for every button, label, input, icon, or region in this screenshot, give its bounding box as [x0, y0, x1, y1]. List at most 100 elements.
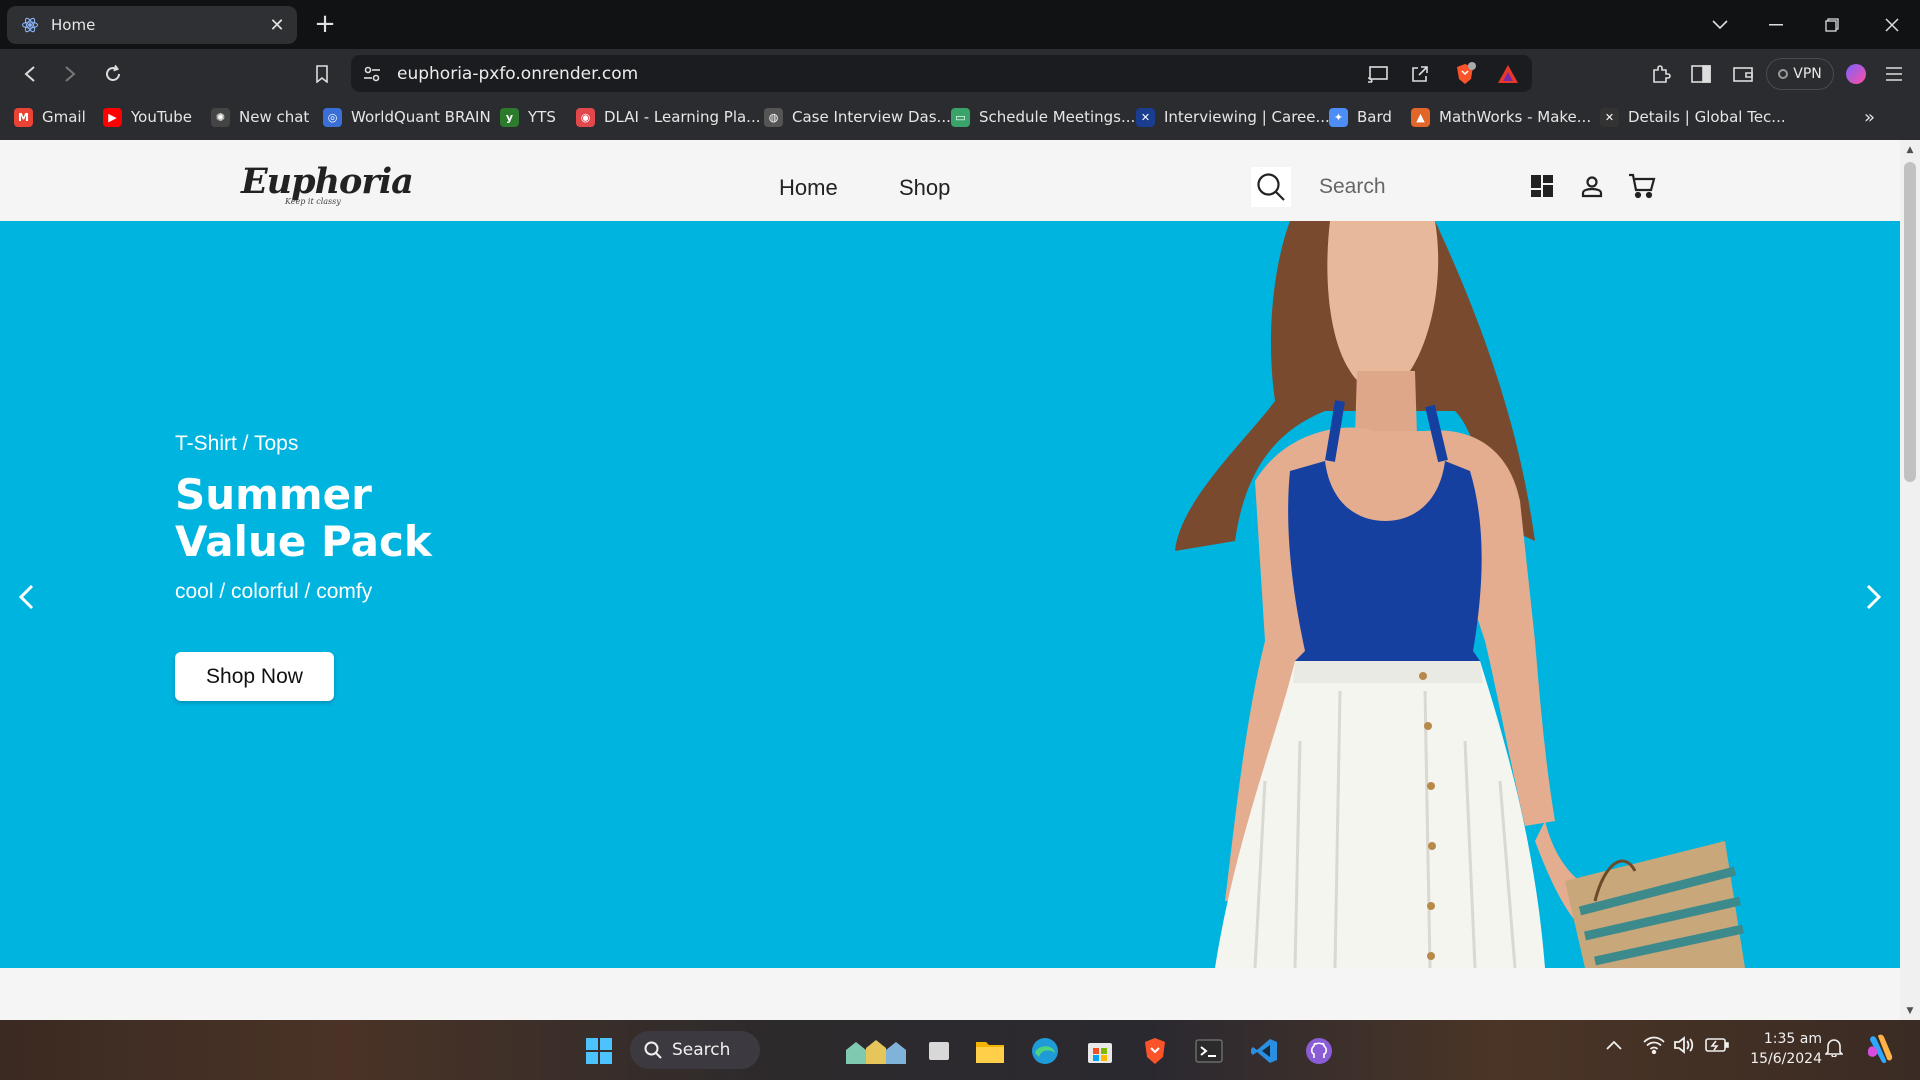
tray-overflow-chevron-icon[interactable]	[1606, 1038, 1622, 1054]
site-settings-icon[interactable]	[361, 66, 383, 82]
battery-icon[interactable]	[1705, 1037, 1729, 1057]
minimize-icon[interactable]	[1748, 0, 1804, 49]
close-window-icon[interactable]	[1864, 0, 1920, 49]
profile-avatar-icon[interactable]	[1840, 58, 1872, 90]
bookmark-item[interactable]: ▲ MathWorks - Make...	[1411, 98, 1591, 136]
hero-model-image	[1175, 221, 1745, 968]
browser-toolbar: euphoria-pxfo.onrender.com VPN	[0, 49, 1920, 98]
bookmark-label: Interviewing | Caree...	[1164, 108, 1330, 126]
tab-title: Home	[51, 16, 96, 34]
bookmark-item[interactable]: ◉ DLAI - Learning Pla...	[576, 98, 760, 136]
tab-close-icon[interactable]: ✕	[267, 15, 287, 36]
bookmark-favicon-icon: ✕	[1600, 107, 1619, 127]
notification-bell-icon[interactable]	[1824, 1037, 1844, 1061]
scrollbar-thumb[interactable]	[1904, 162, 1916, 482]
search-input[interactable]	[1292, 167, 1492, 207]
hero-subtitle: cool / colorful / comfy	[175, 580, 373, 603]
carousel-prev-icon[interactable]	[8, 579, 44, 615]
nav-home-link[interactable]: Home	[779, 175, 838, 201]
hero-title: Summer Value Pack	[175, 471, 432, 565]
dashboard-grid-icon[interactable]	[1525, 169, 1559, 203]
hero-banner: T-Shirt / Tops Summer Value Pack cool / …	[0, 221, 1900, 968]
bookmark-item[interactable]: ◎ WorldQuant BRAIN	[323, 98, 491, 136]
wallet-icon[interactable]	[1727, 58, 1759, 90]
task-view-icon[interactable]	[920, 1032, 958, 1070]
page-viewport: Euphoria Keep it classy Home Shop Search…	[0, 140, 1900, 1020]
new-tab-button[interactable]: +	[310, 9, 340, 39]
scroll-up-icon[interactable]: ▲	[1905, 145, 1915, 155]
taskbar-clock[interactable]: 1:35 am 15/6/2024	[1740, 1029, 1822, 1069]
reload-icon[interactable]	[97, 58, 129, 90]
euphoria-logo[interactable]: Euphoria Keep it classy	[241, 164, 414, 210]
bookmark-item[interactable]: ◍ Case Interview Das...	[764, 98, 951, 136]
windows-taskbar: Search 1:35 am 15/6/2024	[0, 1020, 1920, 1080]
vpn-status-dot-icon	[1778, 69, 1789, 79]
terminal-icon[interactable]	[1190, 1032, 1228, 1070]
page-scrollbar[interactable]: ▲ ▼	[1900, 140, 1920, 1020]
bookmark-label: DLAI - Learning Pla...	[604, 108, 761, 126]
bookmark-icon[interactable]	[306, 58, 338, 90]
copilot-icon[interactable]	[1862, 1030, 1900, 1068]
taskbar-search-label: Search	[672, 1040, 731, 1060]
bookmarks-overflow-icon[interactable]: »	[1864, 98, 1875, 136]
edge-browser-icon[interactable]	[1026, 1032, 1064, 1070]
wifi-icon[interactable]	[1643, 1036, 1665, 1058]
share-icon[interactable]	[1404, 58, 1436, 90]
browser-tab-strip: Home ✕ +	[0, 0, 1920, 49]
bookmark-label: WorldQuant BRAIN	[351, 108, 491, 126]
bookmark-favicon-icon: M	[14, 107, 33, 127]
bookmark-item[interactable]: ✦ Bard	[1329, 98, 1392, 136]
bookmark-item[interactable]: M Gmail	[14, 98, 86, 136]
tab-search-chevron-icon[interactable]	[1692, 0, 1748, 49]
back-icon[interactable]	[14, 58, 46, 90]
address-bar[interactable]: euphoria-pxfo.onrender.com	[351, 55, 1532, 92]
bookmark-label: YTS	[528, 108, 556, 126]
scroll-down-icon[interactable]: ▼	[1905, 1006, 1915, 1016]
bookmark-label: MathWorks - Make...	[1439, 108, 1592, 126]
forward-icon[interactable]	[54, 58, 86, 90]
taskbar-search-icon	[644, 1041, 662, 1059]
github-desktop-icon[interactable]	[1300, 1032, 1338, 1070]
carousel-next-icon[interactable]	[1856, 579, 1892, 615]
bookmark-favicon-icon: ▭	[951, 107, 970, 127]
brave-shields-icon[interactable]	[1449, 58, 1481, 90]
windows-start-icon[interactable]	[580, 1032, 618, 1070]
brave-rewards-icon[interactable]	[1492, 58, 1524, 90]
bookmark-item[interactable]: ✺ New chat	[211, 98, 309, 136]
bookmark-favicon-icon: ✺	[211, 107, 230, 127]
sidebar-icon[interactable]	[1685, 58, 1717, 90]
bookmark-favicon-icon: ◍	[764, 107, 783, 127]
browser-tab-home[interactable]: Home ✕	[7, 6, 297, 44]
taskbar-search[interactable]: Search	[630, 1031, 760, 1069]
shop-now-button[interactable]: Shop Now	[175, 652, 334, 701]
user-account-icon[interactable]	[1575, 169, 1609, 203]
cast-icon[interactable]	[1362, 58, 1394, 90]
bookmark-favicon-icon: ▲	[1411, 107, 1430, 127]
volume-icon[interactable]	[1673, 1036, 1695, 1058]
bookmark-item[interactable]: ▭ Schedule Meetings...	[951, 98, 1135, 136]
vpn-label: VPN	[1793, 66, 1822, 82]
bookmark-item[interactable]: y YTS	[500, 98, 556, 136]
menu-icon[interactable]	[1878, 58, 1910, 90]
extensions-icon[interactable]	[1645, 58, 1677, 90]
search-icon[interactable]	[1251, 167, 1291, 207]
vpn-button[interactable]: VPN	[1766, 58, 1834, 90]
microsoft-store-icon[interactable]	[1081, 1032, 1119, 1070]
file-explorer-icon[interactable]	[971, 1032, 1009, 1070]
vscode-icon[interactable]	[1245, 1032, 1283, 1070]
bookmark-label: Details | Global Tec...	[1628, 108, 1786, 126]
bookmark-item[interactable]: ✕ Details | Global Tec...	[1600, 98, 1786, 136]
bookmark-favicon-icon: y	[500, 107, 519, 127]
nav-shop-link[interactable]: Shop	[899, 175, 950, 201]
brave-browser-taskbar-icon[interactable]	[1136, 1032, 1174, 1070]
bookmark-item[interactable]: ✕ Interviewing | Caree...	[1136, 98, 1330, 136]
widgets-houses-icon[interactable]	[840, 1032, 910, 1070]
bookmark-label: Bard	[1357, 108, 1392, 126]
bookmark-item[interactable]: ▶ YouTube	[103, 98, 192, 136]
hero-title-line2: Value Pack	[175, 517, 432, 566]
restore-icon[interactable]	[1804, 0, 1860, 49]
cart-icon[interactable]	[1625, 169, 1659, 203]
hero-title-line1: Summer	[175, 470, 372, 519]
bookmark-label: Schedule Meetings...	[979, 108, 1136, 126]
hero-category: T-Shirt / Tops	[175, 432, 299, 455]
